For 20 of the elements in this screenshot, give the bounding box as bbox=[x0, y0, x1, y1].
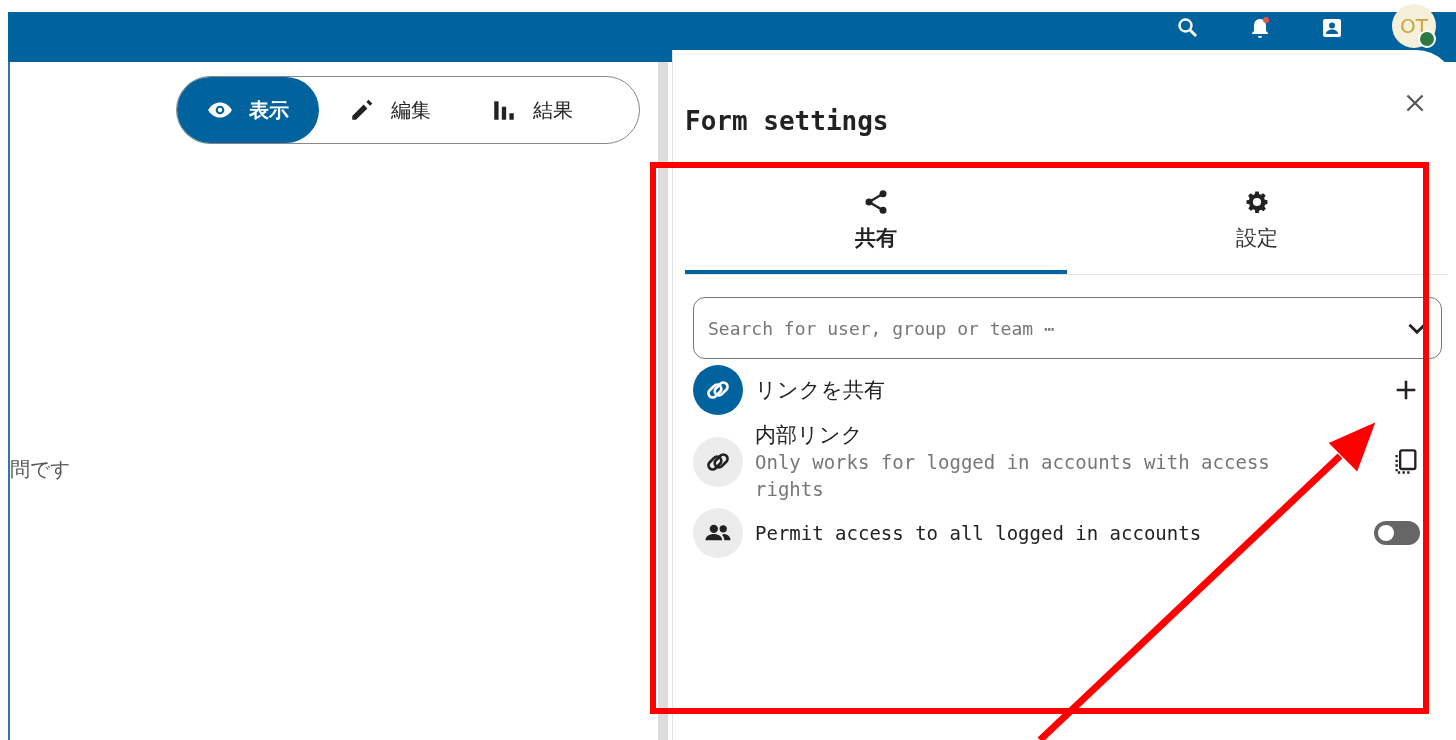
permit-access-label: Permit access to all logged in accounts bbox=[755, 522, 1203, 545]
link-icon bbox=[693, 436, 743, 487]
share-link-label: リンクを共有 bbox=[755, 377, 886, 404]
search-icon[interactable] bbox=[1176, 16, 1200, 40]
search-field[interactable]: Search for user, group or team ⋯ bbox=[693, 297, 1442, 359]
scrollbar[interactable] bbox=[658, 62, 668, 740]
permit-access-toggle[interactable] bbox=[1374, 521, 1420, 546]
link-icon bbox=[693, 365, 743, 415]
sidebar-title: Form settings bbox=[685, 106, 889, 136]
people-icon bbox=[693, 508, 743, 559]
view-tab[interactable]: 表示 bbox=[177, 77, 319, 143]
internal-link-description: Only works for logged in accounts with access rights bbox=[755, 450, 1271, 502]
contacts-icon[interactable] bbox=[1320, 16, 1344, 40]
sidebar-tab[interactable]: 設定 bbox=[1066, 170, 1448, 274]
view-tab[interactable]: 編集 bbox=[319, 77, 461, 143]
sidebar-tab[interactable]: 共有 bbox=[685, 170, 1067, 274]
view-tab[interactable]: 結果 bbox=[461, 77, 603, 143]
internal-link-title: 内部リンク bbox=[755, 422, 864, 449]
question-text: 問です bbox=[10, 456, 70, 483]
pencil-icon bbox=[349, 97, 375, 123]
